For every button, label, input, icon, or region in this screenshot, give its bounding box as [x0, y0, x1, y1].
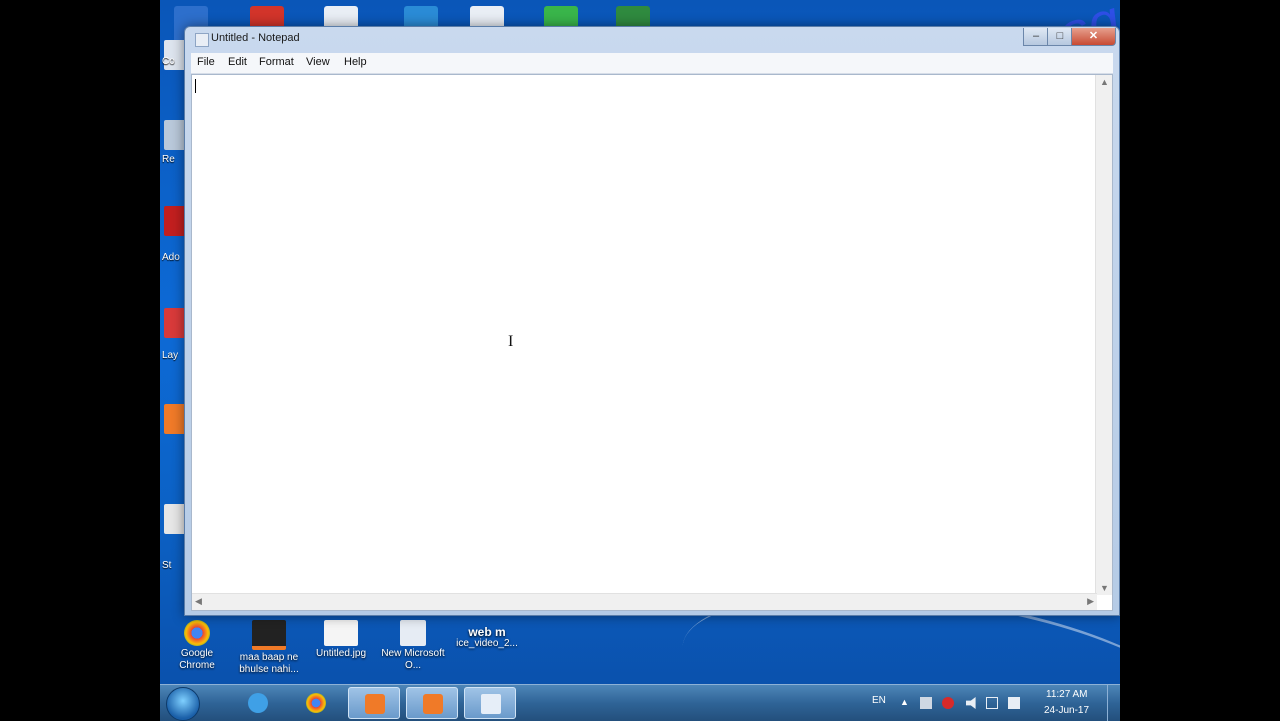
- window-title: Untitled - Notepad: [211, 32, 300, 44]
- document-icon: [400, 620, 426, 646]
- notepad-icon: [195, 33, 209, 47]
- menu-view[interactable]: View: [306, 56, 330, 68]
- scroll-right-icon[interactable]: ▶: [1087, 596, 1094, 607]
- notepad-icon: [481, 694, 501, 714]
- chrome-icon: [184, 620, 210, 646]
- minimize-button[interactable]: –: [1023, 28, 1049, 46]
- menu-edit[interactable]: Edit: [228, 56, 247, 68]
- show-desktop-button[interactable]: [1107, 685, 1120, 721]
- desktop-icon-left-3[interactable]: [164, 206, 186, 236]
- desktop-icon-video[interactable]: maa baap ne bhulse nahi...: [236, 620, 302, 676]
- taskbar-media-app-1[interactable]: [348, 687, 400, 719]
- taskbar-media-app-2[interactable]: [406, 687, 458, 719]
- desktop-icon-left-2[interactable]: [164, 120, 186, 150]
- video-file-icon: [252, 620, 286, 650]
- taskbar: EN ▲ 11:27 AM 24-Jun-17: [160, 684, 1120, 721]
- desktop-icon-untitled-jpg[interactable]: Untitled.jpg: [308, 620, 374, 660]
- desktop-icon-left-6[interactable]: [164, 504, 186, 534]
- menu-file[interactable]: File: [197, 56, 215, 68]
- desktop-icon-sublabel: ice_video_2...: [456, 638, 518, 649]
- notepad-window[interactable]: Untitled - Notepad – □ ✕ File Edit Forma…: [184, 26, 1120, 616]
- desktop-icon-chrome[interactable]: Google Chrome: [164, 620, 230, 672]
- i-beam-cursor-icon: I: [508, 333, 514, 350]
- taskbar-chrome[interactable]: [290, 687, 342, 719]
- desktop-icon-webm[interactable]: web m ice_video_2...: [454, 620, 520, 650]
- desktop-icon-left-4[interactable]: [164, 308, 186, 338]
- desktop-icon-left-label: St: [162, 560, 172, 571]
- menu-bar: File Edit Format View Help: [191, 53, 1113, 74]
- show-hidden-icons-icon[interactable]: ▲: [900, 697, 912, 709]
- scroll-left-icon[interactable]: ◀: [195, 596, 202, 607]
- network-icon[interactable]: [986, 697, 998, 709]
- chrome-icon: [306, 693, 326, 713]
- flag-icon[interactable]: [1008, 697, 1020, 709]
- scroll-down-icon[interactable]: ▼: [1100, 583, 1109, 593]
- desktop-icon-left-label: Co: [162, 56, 175, 67]
- clock-time[interactable]: 11:27 AM: [1046, 689, 1088, 700]
- desktop-icon-label: web m: [468, 625, 506, 639]
- close-button[interactable]: ✕: [1071, 28, 1116, 46]
- menu-help[interactable]: Help: [344, 56, 367, 68]
- media-app-icon: [423, 694, 443, 714]
- start-button[interactable]: [166, 687, 200, 721]
- desktop-icon-label: Google Chrome: [179, 648, 215, 671]
- text-caret: [195, 79, 196, 93]
- title-bar[interactable]: Untitled - Notepad – □ ✕: [185, 27, 1119, 51]
- media-app-icon: [365, 694, 385, 714]
- menu-format[interactable]: Format: [259, 56, 294, 68]
- action-center-error-icon[interactable]: [942, 697, 954, 709]
- maximize-button[interactable]: □: [1047, 28, 1073, 46]
- text-editor[interactable]: I ▲ ▼ ◀ ▶: [191, 74, 1113, 611]
- desktop-icon-left-5[interactable]: [164, 404, 186, 434]
- clock-date[interactable]: 24-Jun-17: [1044, 705, 1089, 716]
- desktop-icon-left-label: Ado: [162, 252, 180, 263]
- scroll-up-icon[interactable]: ▲: [1100, 77, 1109, 87]
- desktop-icon-new-office[interactable]: New Microsoft O...: [380, 620, 446, 672]
- internet-explorer-icon: [248, 693, 268, 713]
- desktop-icon-left-label: Lay: [162, 350, 179, 361]
- desktop-icon-label: New Microsoft O...: [381, 648, 445, 671]
- vertical-scrollbar[interactable]: ▲ ▼: [1095, 75, 1112, 595]
- desktop-icon-left-label: Re: [162, 154, 175, 165]
- desktop-icon-label: maa baap ne bhulse nahi...: [239, 652, 299, 675]
- desktop-icon-label: Untitled.jpg: [315, 648, 367, 659]
- taskbar-notepad[interactable]: [464, 687, 516, 719]
- taskbar-internet-explorer[interactable]: [232, 687, 284, 719]
- image-file-icon: [324, 620, 358, 646]
- volume-icon[interactable]: [966, 697, 976, 709]
- tray-app-icon[interactable]: [920, 697, 932, 709]
- horizontal-scrollbar[interactable]: ◀ ▶: [192, 593, 1097, 610]
- language-indicator[interactable]: EN: [872, 695, 886, 706]
